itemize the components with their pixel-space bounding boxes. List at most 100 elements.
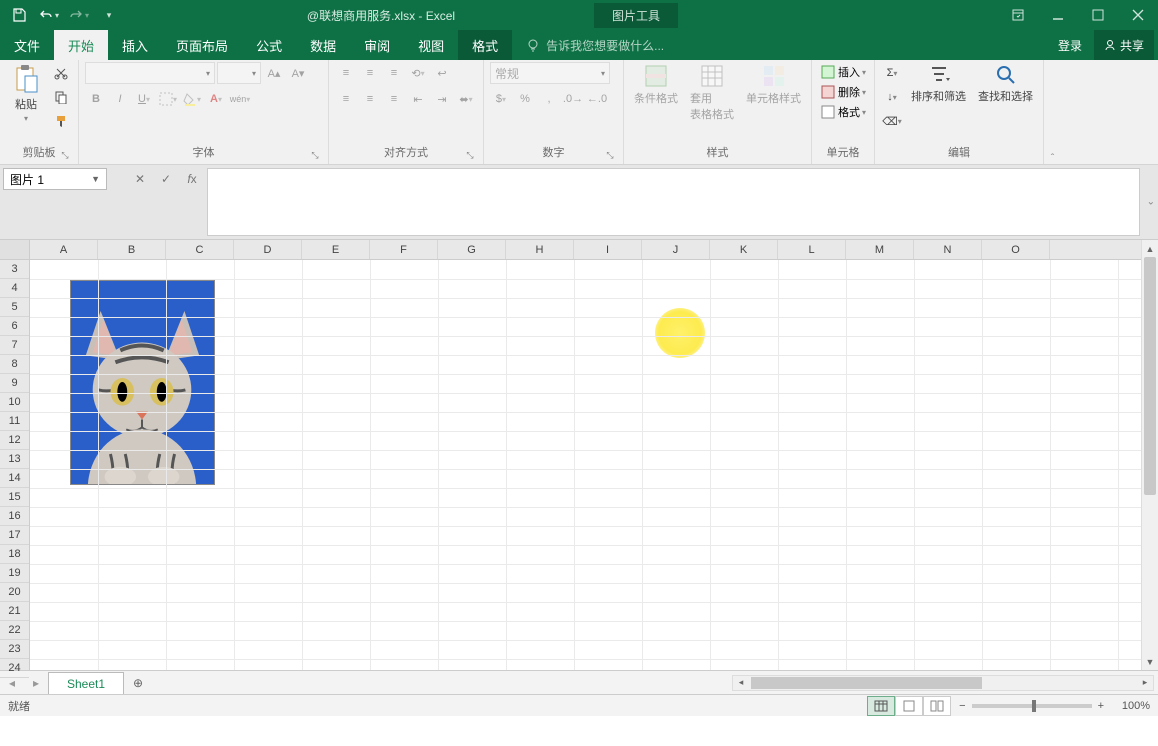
row-header-13[interactable]: 13 [0,450,29,469]
row-header-19[interactable]: 19 [0,564,29,583]
number-launcher[interactable]: ⤡ [603,148,617,162]
tab-view[interactable]: 视图 [404,30,458,60]
row-header-15[interactable]: 15 [0,488,29,507]
autosum-button[interactable]: Σ▾ [881,62,903,84]
collapse-ribbon-button[interactable]: ˆ [1043,60,1061,164]
share-button[interactable]: 共享 [1094,30,1154,60]
format-cells-button[interactable]: 格式▾ [818,102,868,122]
clipboard-launcher[interactable]: ⤡ [58,148,72,162]
row-header-9[interactable]: 9 [0,374,29,393]
save-button[interactable] [6,2,32,28]
increase-indent-button[interactable]: ⇥ [431,88,453,110]
formula-bar[interactable]: ⌄ [207,168,1140,236]
redo-button[interactable]: ▾ [66,2,92,28]
number-format-combo[interactable]: 常规▾ [490,62,610,84]
row-header-23[interactable]: 23 [0,640,29,659]
col-header-O[interactable]: O [982,240,1050,259]
col-header-B[interactable]: B [98,240,166,259]
decrease-font-button[interactable]: A▾ [287,62,309,84]
copy-button[interactable] [50,86,72,108]
find-select-button[interactable]: 查找和选择 [974,62,1037,106]
horizontal-scrollbar[interactable]: ◂ ▸ [732,675,1154,691]
col-header-A[interactable]: A [30,240,98,259]
expand-formula-bar-button[interactable]: ⌄ [1147,197,1155,208]
col-header-G[interactable]: G [438,240,506,259]
increase-decimal-button[interactable]: .0→ [562,88,584,110]
sort-filter-button[interactable]: 排序和筛选 [907,62,970,106]
tell-me[interactable]: 告诉我您想要做什么... [512,30,1048,60]
align-middle-button[interactable]: ≡ [359,62,381,84]
fill-color-button[interactable]: ▾ [181,88,203,110]
col-header-J[interactable]: J [642,240,710,259]
align-launcher[interactable]: ⤡ [463,148,477,162]
undo-button[interactable]: ▾ [36,2,62,28]
clear-button[interactable]: ⌫▾ [881,110,903,132]
tab-file[interactable]: 文件 [0,30,54,60]
align-left-button[interactable]: ≡ [335,88,357,110]
select-all-corner[interactable] [0,240,29,260]
row-header-12[interactable]: 12 [0,431,29,450]
row-header-7[interactable]: 7 [0,336,29,355]
col-header-E[interactable]: E [302,240,370,259]
comma-button[interactable]: , [538,88,560,110]
wrap-text-button[interactable]: ↩ [431,62,453,84]
cancel-formula-button[interactable]: ✕ [128,168,152,190]
font-launcher[interactable]: ⤡ [308,148,322,162]
row-header-21[interactable]: 21 [0,602,29,621]
col-header-C[interactable]: C [166,240,234,259]
row-header-10[interactable]: 10 [0,393,29,412]
row-header-6[interactable]: 6 [0,317,29,336]
cut-button[interactable] [50,62,72,84]
decrease-indent-button[interactable]: ⇤ [407,88,429,110]
ribbon-options-button[interactable] [998,0,1038,30]
qat-customize[interactable]: ▾ [96,2,122,28]
page-break-view-button[interactable] [923,696,951,716]
italic-button[interactable]: I [109,88,131,110]
col-header-K[interactable]: K [710,240,778,259]
align-right-button[interactable]: ≡ [383,88,405,110]
close-button[interactable] [1118,0,1158,30]
row-header-11[interactable]: 11 [0,412,29,431]
row-header-14[interactable]: 14 [0,469,29,488]
scroll-left-button[interactable]: ◂ [733,676,749,690]
font-color-button[interactable]: A▾ [205,88,227,110]
row-header-5[interactable]: 5 [0,298,29,317]
name-box[interactable]: 图片 1▼ [3,168,107,190]
row-header-8[interactable]: 8 [0,355,29,374]
orientation-button[interactable]: ⟲▾ [407,62,429,84]
decrease-decimal-button[interactable]: ←.0 [586,88,608,110]
col-header-I[interactable]: I [574,240,642,259]
col-header-D[interactable]: D [234,240,302,259]
tab-page-layout[interactable]: 页面布局 [162,30,242,60]
enter-formula-button[interactable]: ✓ [154,168,178,190]
merge-button[interactable]: ⬌▾ [455,88,477,110]
font-name-combo[interactable]: ▾ [85,62,215,84]
col-header-N[interactable]: N [914,240,982,259]
scroll-right-button[interactable]: ▸ [1137,676,1153,690]
sheet-tab-sheet1[interactable]: Sheet1 [48,672,124,694]
hscroll-thumb[interactable] [751,677,982,689]
align-center-button[interactable]: ≡ [359,88,381,110]
row-header-20[interactable]: 20 [0,583,29,602]
zoom-out-button[interactable]: − [959,700,965,712]
scroll-down-button[interactable]: ▼ [1142,653,1158,670]
tab-insert[interactable]: 插入 [108,30,162,60]
percent-button[interactable]: % [514,88,536,110]
cells-area[interactable] [30,260,1158,670]
row-header-22[interactable]: 22 [0,621,29,640]
align-top-button[interactable]: ≡ [335,62,357,84]
row-header-4[interactable]: 4 [0,279,29,298]
vertical-scrollbar[interactable]: ▲ ▼ [1141,240,1158,670]
border-button[interactable]: ▾ [157,88,179,110]
col-header-F[interactable]: F [370,240,438,259]
page-layout-view-button[interactable] [895,696,923,716]
tab-review[interactable]: 审阅 [350,30,404,60]
row-header-18[interactable]: 18 [0,545,29,564]
fx-button[interactable]: fx [180,168,204,190]
format-as-table-button[interactable]: 套用 表格格式 [686,62,738,124]
vscroll-thumb[interactable] [1144,257,1156,495]
font-size-combo[interactable]: ▾ [217,62,261,84]
conditional-format-button[interactable]: 条件格式 [630,62,682,108]
row-header-16[interactable]: 16 [0,507,29,526]
tab-format-context[interactable]: 格式 [458,30,512,60]
